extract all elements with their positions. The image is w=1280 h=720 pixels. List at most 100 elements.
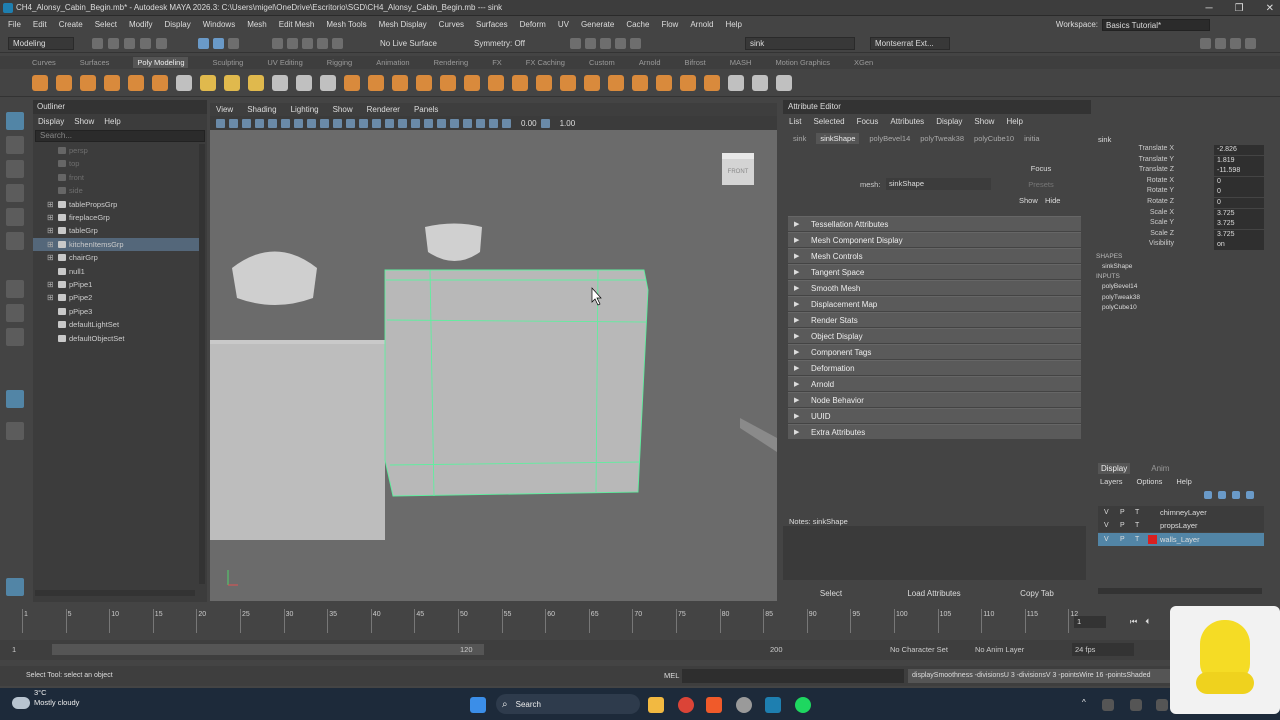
range-end-field[interactable]: 120 [460,645,473,654]
chrome-icon[interactable] [678,697,694,713]
outliner-item[interactable]: side [33,184,199,197]
multi-cut-icon[interactable] [512,74,528,91]
menu-edit-mesh[interactable]: Edit Mesh [279,20,315,29]
move-layer-down-icon[interactable] [1218,491,1226,499]
new-empty-layer-icon[interactable] [1232,491,1240,499]
attribute-section[interactable]: Object Display [788,328,1081,344]
modeling-toolkit-icon[interactable] [1200,38,1211,49]
shelf-tab-fx[interactable]: FX [492,58,502,67]
camera-attributes-icon[interactable] [229,118,238,128]
menu-mesh-tools[interactable]: Mesh Tools [326,20,366,29]
side-prop[interactable] [740,418,777,452]
ae-tab-sink[interactable]: sink [793,134,806,143]
attribute-section[interactable]: Deformation [788,360,1081,376]
outliner-item[interactable]: ⊞ tableGrp [33,224,199,237]
outliner-menu-show[interactable]: Show [74,117,94,126]
command-input[interactable] [682,669,904,683]
input-node[interactable]: polyTweak38 [1102,294,1202,305]
textured-icon[interactable] [398,118,407,128]
go-to-start-icon[interactable]: ⏮ [1130,617,1137,627]
bevel-icon[interactable] [416,74,432,91]
viewport-menu-renderer[interactable]: Renderer [367,105,400,114]
make-live-icon[interactable] [332,38,343,49]
layer-p-toggle[interactable]: P [1120,506,1125,519]
channel-row[interactable]: Translate Y 1.819 [1094,155,1264,167]
select-camera-icon[interactable] [216,118,225,128]
svg-icon[interactable] [248,74,264,91]
combine-icon[interactable] [272,74,288,91]
fill-hole-icon[interactable] [488,74,504,91]
open-scene-icon[interactable] [108,38,119,49]
focus-button[interactable]: Focus [1021,164,1061,176]
ae-menu-focus[interactable]: Focus [857,117,879,126]
film-gate-icon[interactable] [281,118,290,128]
channel-row[interactable]: Visibility on [1094,240,1264,251]
channel-value[interactable]: 0 [1214,187,1264,198]
layer-tab-display[interactable]: Display [1098,463,1131,474]
menu-select[interactable]: Select [95,20,117,29]
step-back-icon[interactable]: ⏴ [1145,617,1149,627]
presets-button[interactable]: Presets [1021,180,1061,192]
expand-icon[interactable]: ⊞ [47,251,54,264]
snap-view-plane-icon[interactable] [317,38,328,49]
outliner-item[interactable]: null1 [33,265,199,278]
shelf-tab-animation[interactable]: Animation [376,58,409,67]
shelf-tab-xgen[interactable]: XGen [854,58,873,67]
notes-field[interactable] [783,526,1086,580]
layer-color-swatch[interactable] [1148,521,1157,531]
attribute-section[interactable]: UUID [788,408,1081,424]
shelf-tab-custom[interactable]: Custom [589,58,615,67]
workspace-dropdown[interactable]: Basics Tutorial* [1102,18,1210,31]
layer-t-toggle[interactable]: T [1135,506,1139,519]
wireframe-on-shaded-icon[interactable] [385,118,394,128]
poly-sphere-icon[interactable] [32,74,48,91]
counter-block[interactable] [210,340,385,540]
separate-icon[interactable] [296,74,312,91]
viewport-menu-panels[interactable]: Panels [414,105,438,114]
poly-disc-icon[interactable] [176,74,192,91]
layer-p-toggle[interactable]: P [1120,533,1125,546]
outliner-item[interactable]: ⊞ kitchenItemsGrp [33,237,199,251]
channel-value[interactable]: 3.725 [1214,229,1264,240]
menu-generate[interactable]: Generate [581,20,614,29]
channel-row[interactable]: Rotate X 0 [1094,176,1264,188]
attribute-section[interactable]: Mesh Component Display [788,232,1081,248]
load-attributes-button[interactable]: Load Attributes [886,587,982,601]
ae-menu-show[interactable]: Show [974,117,994,126]
expand-icon[interactable]: ⊞ [47,198,54,211]
menu-create[interactable]: Create [59,20,83,29]
channel-row[interactable]: Scale Z 3.725 [1094,229,1264,241]
channel-value[interactable]: -2.826 [1214,145,1264,155]
maya-taskbar-icon[interactable] [765,697,781,713]
menu-edit[interactable]: Edit [33,20,47,29]
shelf-tab-motion-graphics[interactable]: Motion Graphics [775,58,830,67]
channel-value[interactable]: -11.598 [1214,166,1264,177]
isolate-select-icon[interactable] [463,118,472,128]
time-slider[interactable]: 1 5 10 15 20 25 30 35 40 45 50 55 60 65 70 75 80 85 90 95 10… [0,603,1280,639]
anim-layer-dropdown[interactable]: No Anim Layer [975,645,1024,654]
ae-menu-selected[interactable]: Selected [813,117,844,126]
tool-settings-toggle-icon[interactable] [1230,38,1241,49]
channel-value[interactable]: 0 [1214,198,1264,208]
xray-icon[interactable] [476,118,485,128]
poly-plane-icon[interactable] [152,74,168,91]
menu-uv[interactable]: UV [558,20,569,29]
smooth-icon[interactable] [320,74,336,91]
lasso-tool-icon[interactable] [6,136,24,154]
menu-mesh[interactable]: Mesh [247,20,267,29]
ae-tab-initia[interactable]: initia [1024,134,1039,143]
tray-chevron-icon[interactable]: ^ [1082,698,1086,707]
channel-row[interactable]: Rotate Z 0 [1094,198,1264,209]
hypershade-icon[interactable] [630,38,641,49]
render-view-icon[interactable] [570,38,581,49]
image-plane-icon[interactable] [255,118,264,128]
menu-set-dropdown[interactable]: Modeling [8,37,74,50]
poly-cone-icon[interactable] [104,74,120,91]
menu-file[interactable]: File [8,20,21,29]
expand-icon[interactable]: ⊞ [47,291,54,304]
insert-edge-loop-icon[interactable] [608,74,624,91]
collapse-icon[interactable] [704,74,720,91]
new-scene-icon[interactable] [92,38,103,49]
brave-icon[interactable] [706,697,722,713]
ambient-occlusion-icon[interactable] [437,118,446,128]
